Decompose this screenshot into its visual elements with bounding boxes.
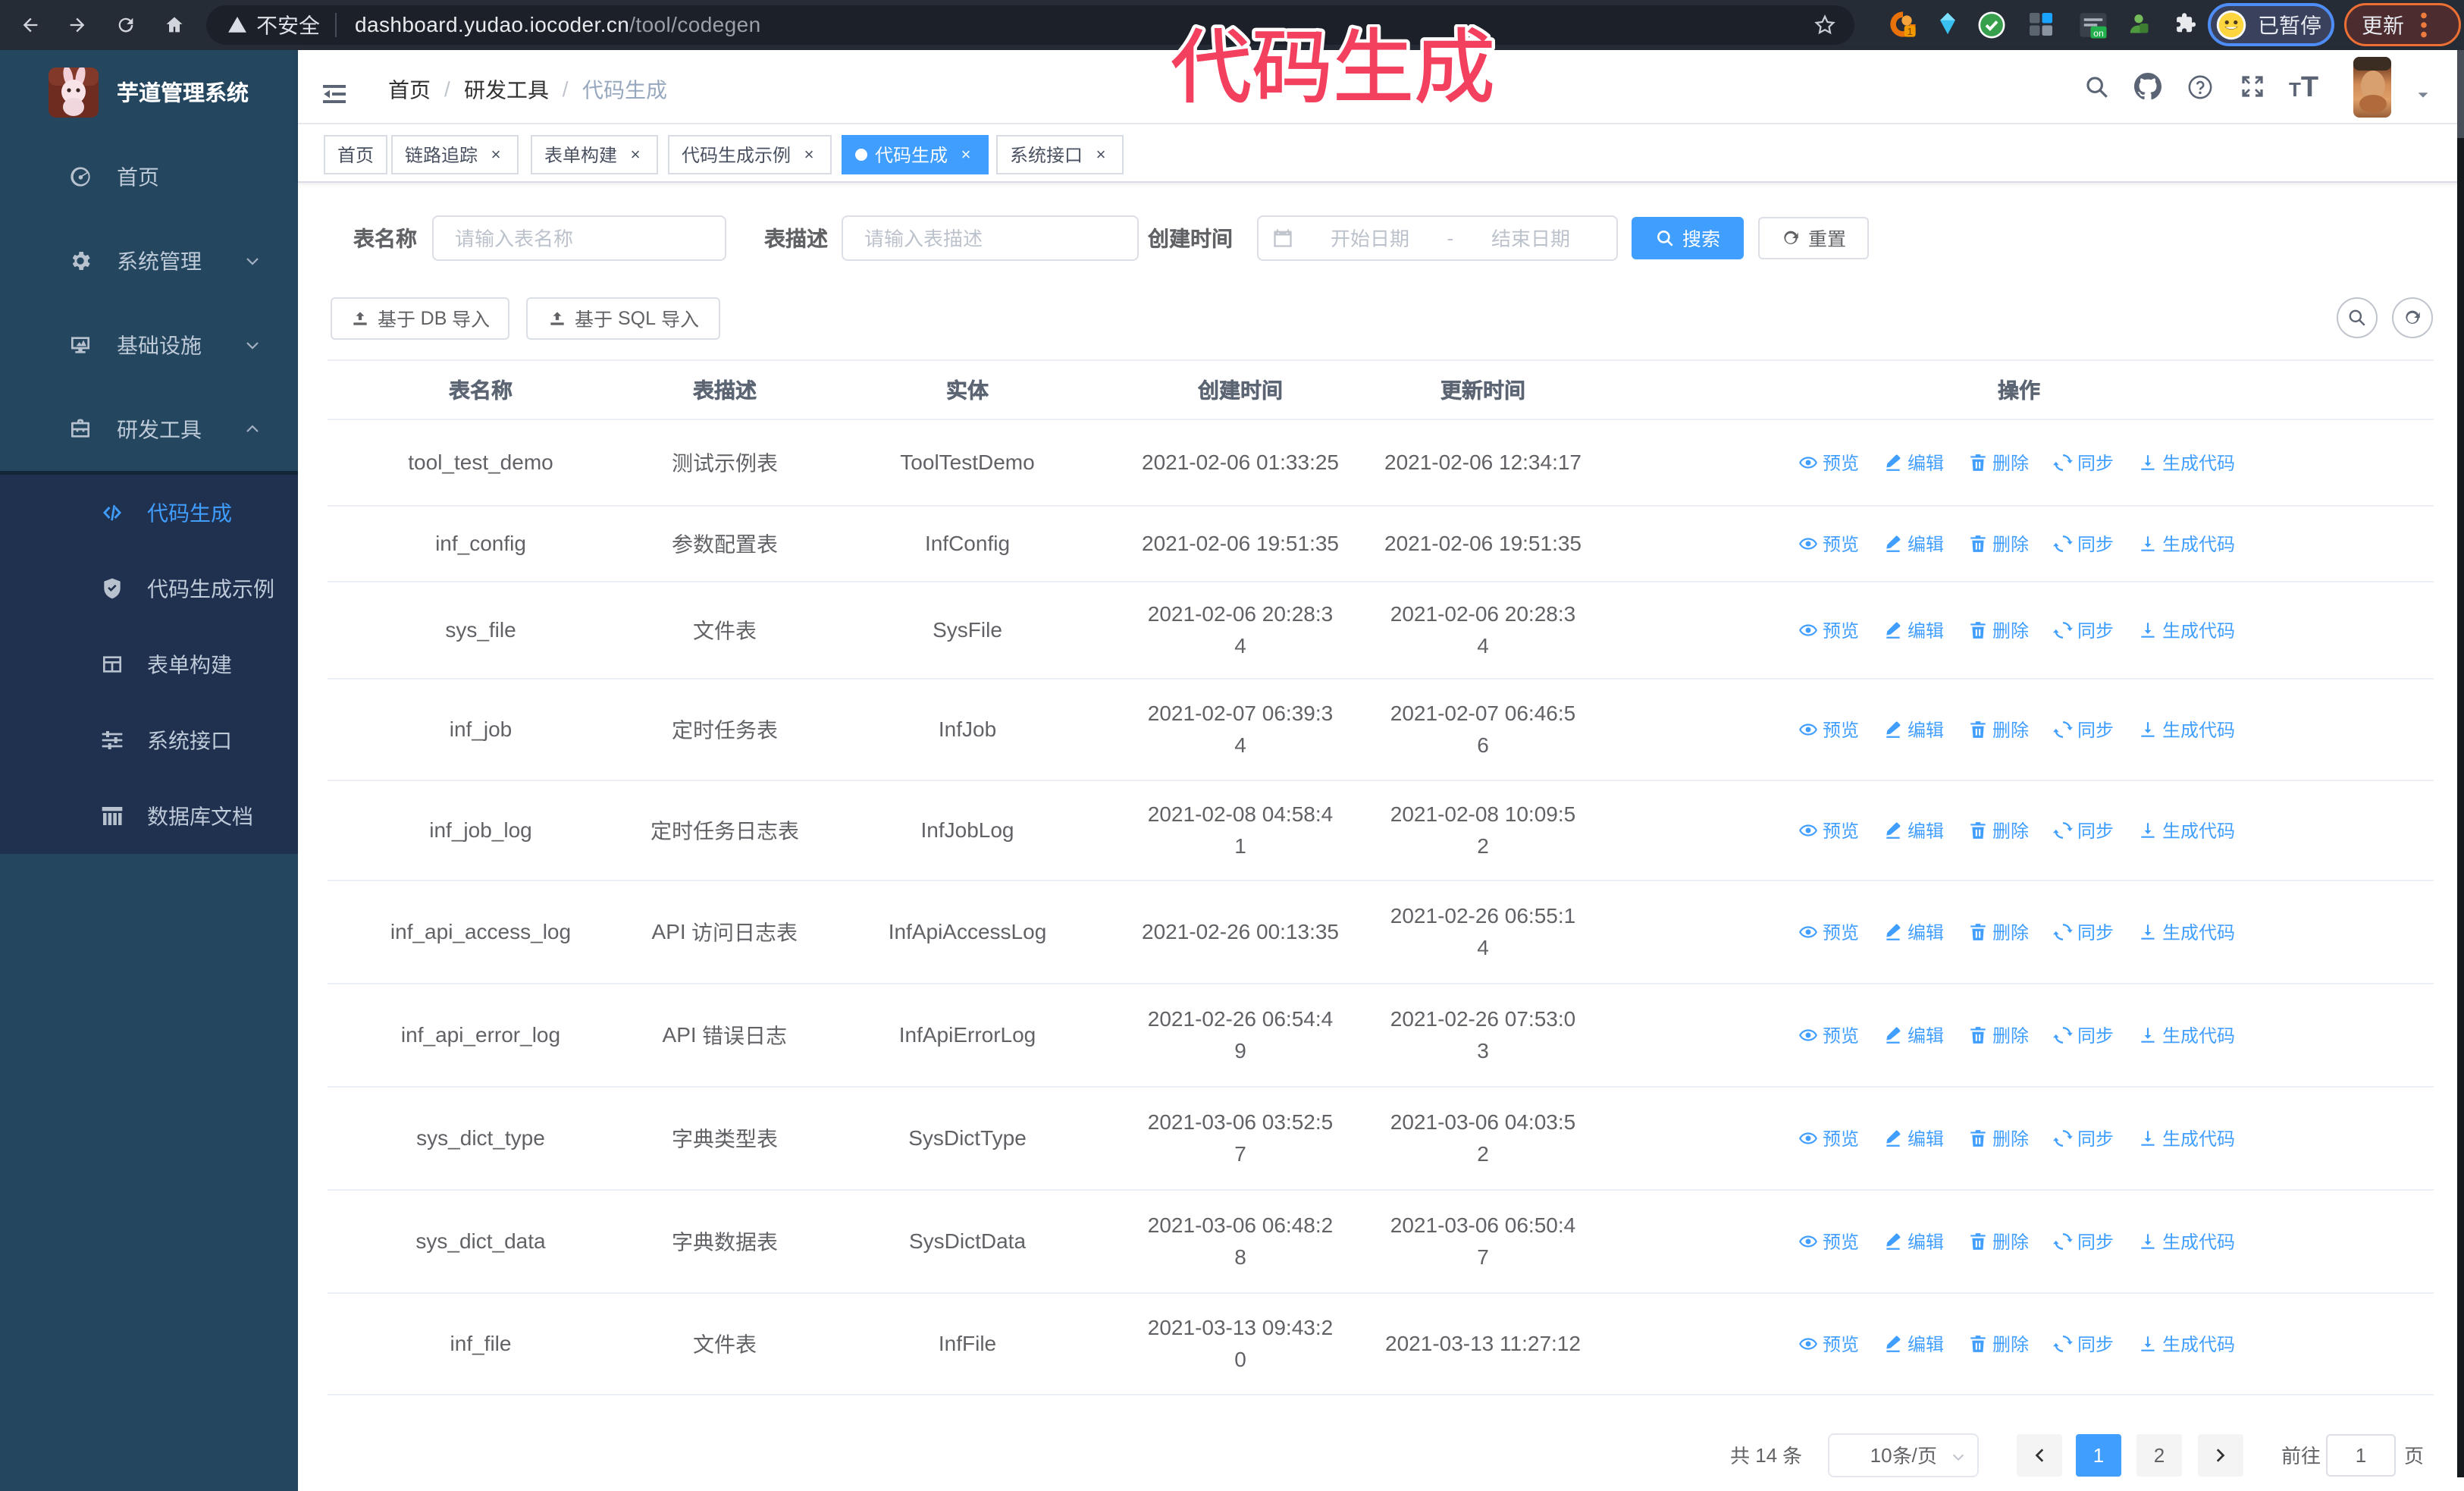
svg-text:1: 1 bbox=[1907, 26, 1912, 37]
svg-text:on: on bbox=[2093, 28, 2104, 39]
